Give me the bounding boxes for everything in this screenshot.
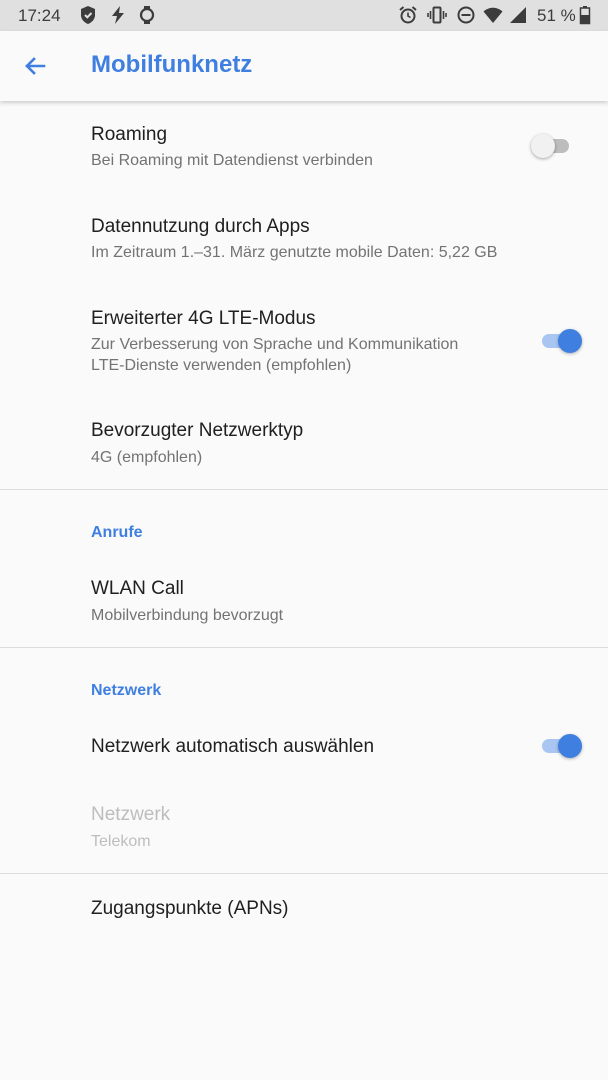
network-type-preference[interactable]: Bevorzugter Netzwerktyp 4G (empfohlen) [0, 397, 608, 489]
battery-icon [579, 6, 591, 25]
data-usage-preference[interactable]: Datennutzung durch Apps Im Zeitraum 1.–3… [0, 193, 608, 285]
watch-icon [139, 6, 155, 24]
roaming-switch[interactable] [531, 131, 577, 161]
status-time: 17:24 [18, 6, 61, 25]
lte-mode-summary-line1: Zur Verbesserung von Sprache und Kommuni… [91, 336, 459, 353]
section-divider [0, 489, 608, 490]
alarm-icon [399, 6, 417, 24]
switch-thumb [558, 329, 582, 353]
calls-category-header: Anrufe [91, 524, 143, 541]
shield-icon [81, 6, 95, 24]
data-usage-summary: Im Zeitraum 1.–31. März genutzte mobile … [91, 244, 498, 261]
network-operator-summary: Telekom [91, 833, 151, 850]
apn-title: Zugangspunkte (APNs) [91, 898, 289, 919]
auto-select-network-switch[interactable] [538, 731, 584, 761]
wlan-call-preference[interactable]: WLAN Call Mobilverbindung bevorzugt [0, 555, 608, 647]
lte-mode-title: Erweiterter 4G LTE-Modus [91, 308, 316, 329]
apn-preference[interactable]: Zugangspunkte (APNs) [0, 874, 608, 944]
lte-mode-summary-line2: LTE-Dienste verwenden (empfohlen) [91, 357, 352, 374]
section-divider [0, 647, 608, 648]
switch-thumb [531, 134, 555, 158]
vibrate-icon [427, 6, 447, 24]
network-type-summary: 4G (empfohlen) [91, 449, 203, 466]
network-operator-title: Netzwerk [91, 804, 171, 825]
data-usage-title: Datennutzung durch Apps [91, 216, 310, 237]
roaming-preference[interactable]: Roaming Bei Roaming mit Datendienst verb… [0, 101, 608, 193]
wifi-icon [483, 7, 503, 23]
app-bar: Mobilfunknetz [0, 31, 608, 101]
back-arrow-icon[interactable] [20, 51, 50, 81]
status-bar: 17:24 51 % [0, 0, 608, 31]
lte-mode-switch[interactable] [538, 326, 584, 356]
network-operator-preference: Netzwerk Telekom [0, 781, 608, 873]
auto-select-network-preference[interactable]: Netzwerk automatisch auswählen [0, 713, 608, 781]
roaming-summary: Bei Roaming mit Datendienst verbinden [91, 152, 373, 169]
flash-icon [112, 6, 124, 24]
wlan-call-summary: Mobilverbindung bevorzugt [91, 607, 284, 624]
signal-icon [510, 7, 526, 23]
auto-select-network-title: Netzwerk automatisch auswählen [91, 736, 375, 757]
roaming-title: Roaming [91, 124, 168, 145]
page-title: Mobilfunknetz [91, 51, 253, 78]
network-category-header: Netzwerk [91, 682, 162, 699]
network-type-title: Bevorzugter Netzwerktyp [91, 420, 304, 441]
switch-thumb [558, 734, 582, 758]
battery-percent: 51 % [537, 6, 576, 25]
dnd-icon [457, 6, 475, 24]
lte-mode-preference[interactable]: Erweiterter 4G LTE-Modus Zur Verbesserun… [0, 285, 608, 397]
wlan-call-title: WLAN Call [91, 578, 184, 599]
